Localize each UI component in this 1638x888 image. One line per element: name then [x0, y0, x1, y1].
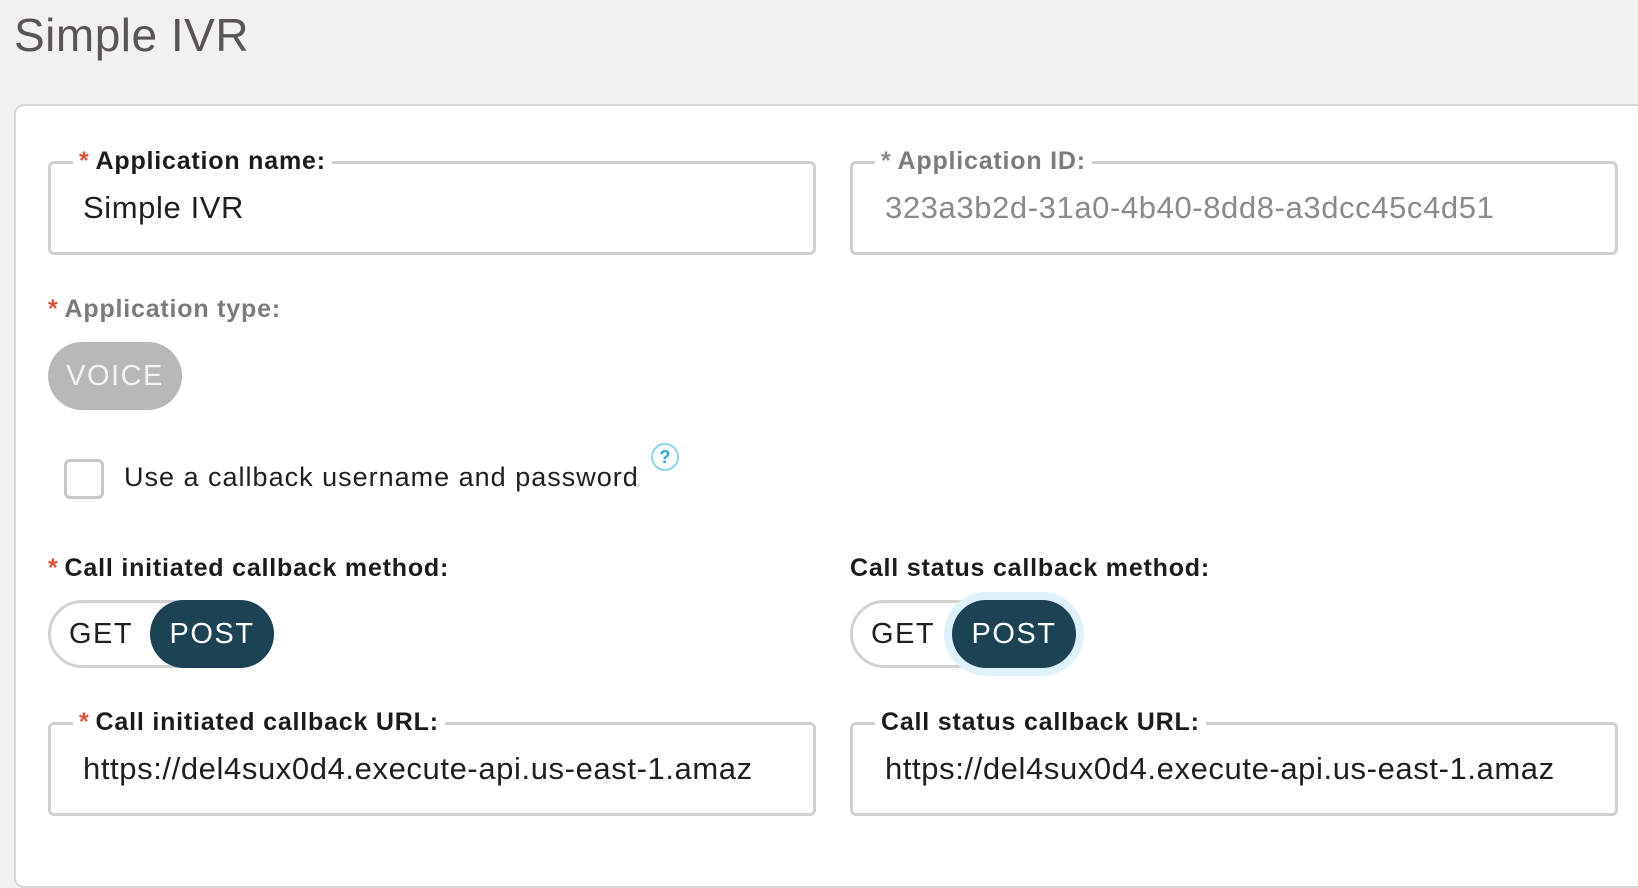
status-url-label: Call status callback URL:	[875, 707, 1206, 737]
initiated-url-input[interactable]: https://del4sux0d4.execute-api.us-east-1…	[83, 751, 785, 787]
status-url-field[interactable]: Call status callback URL: https://del4su…	[850, 707, 1618, 816]
required-asterisk: *	[79, 708, 90, 736]
application-type-label: * Application type:	[48, 295, 281, 323]
required-asterisk: *	[881, 147, 892, 175]
initiated-method-toggle: GET POST	[48, 600, 274, 668]
required-asterisk: *	[79, 147, 90, 175]
status-url-input[interactable]: https://del4sux0d4.execute-api.us-east-1…	[885, 751, 1587, 787]
callback-credentials-label[interactable]: Use a callback username and password	[124, 462, 639, 493]
required-asterisk: *	[48, 295, 59, 323]
application-type-voice-pill: VOICE	[48, 342, 182, 410]
initiated-method-label: * Call initiated callback method:	[48, 554, 450, 582]
callback-credentials-checkbox[interactable]	[64, 459, 104, 499]
application-id-field: * Application ID: 323a3b2d-31a0-4b40-8dd8…	[850, 146, 1618, 255]
application-id-input: 323a3b2d-31a0-4b40-8dd8-a3dcc45c4d51	[885, 190, 1495, 225]
application-name-input[interactable]: Simple IVR	[83, 190, 785, 226]
status-method-label: Call status callback method:	[850, 554, 1210, 582]
help-icon[interactable]: ?	[651, 443, 679, 471]
status-method-get-option[interactable]: GET	[871, 603, 935, 665]
initiated-url-label: * Call initiated callback URL:	[73, 707, 445, 737]
initiated-method-post-option[interactable]: POST	[150, 600, 274, 668]
status-method-toggle: GET POST	[850, 600, 1076, 668]
initiated-method-get-option[interactable]: GET	[69, 603, 133, 665]
initiated-url-field[interactable]: * Call initiated callback URL: https://de…	[48, 707, 816, 816]
required-asterisk: *	[48, 554, 59, 582]
page-title: Simple IVR	[14, 9, 250, 61]
application-name-field[interactable]: * Application name: Simple IVR	[48, 146, 816, 255]
application-id-label: * Application ID:	[875, 146, 1092, 176]
status-method-post-option[interactable]: POST	[952, 600, 1076, 668]
application-name-label: * Application name:	[73, 146, 332, 176]
